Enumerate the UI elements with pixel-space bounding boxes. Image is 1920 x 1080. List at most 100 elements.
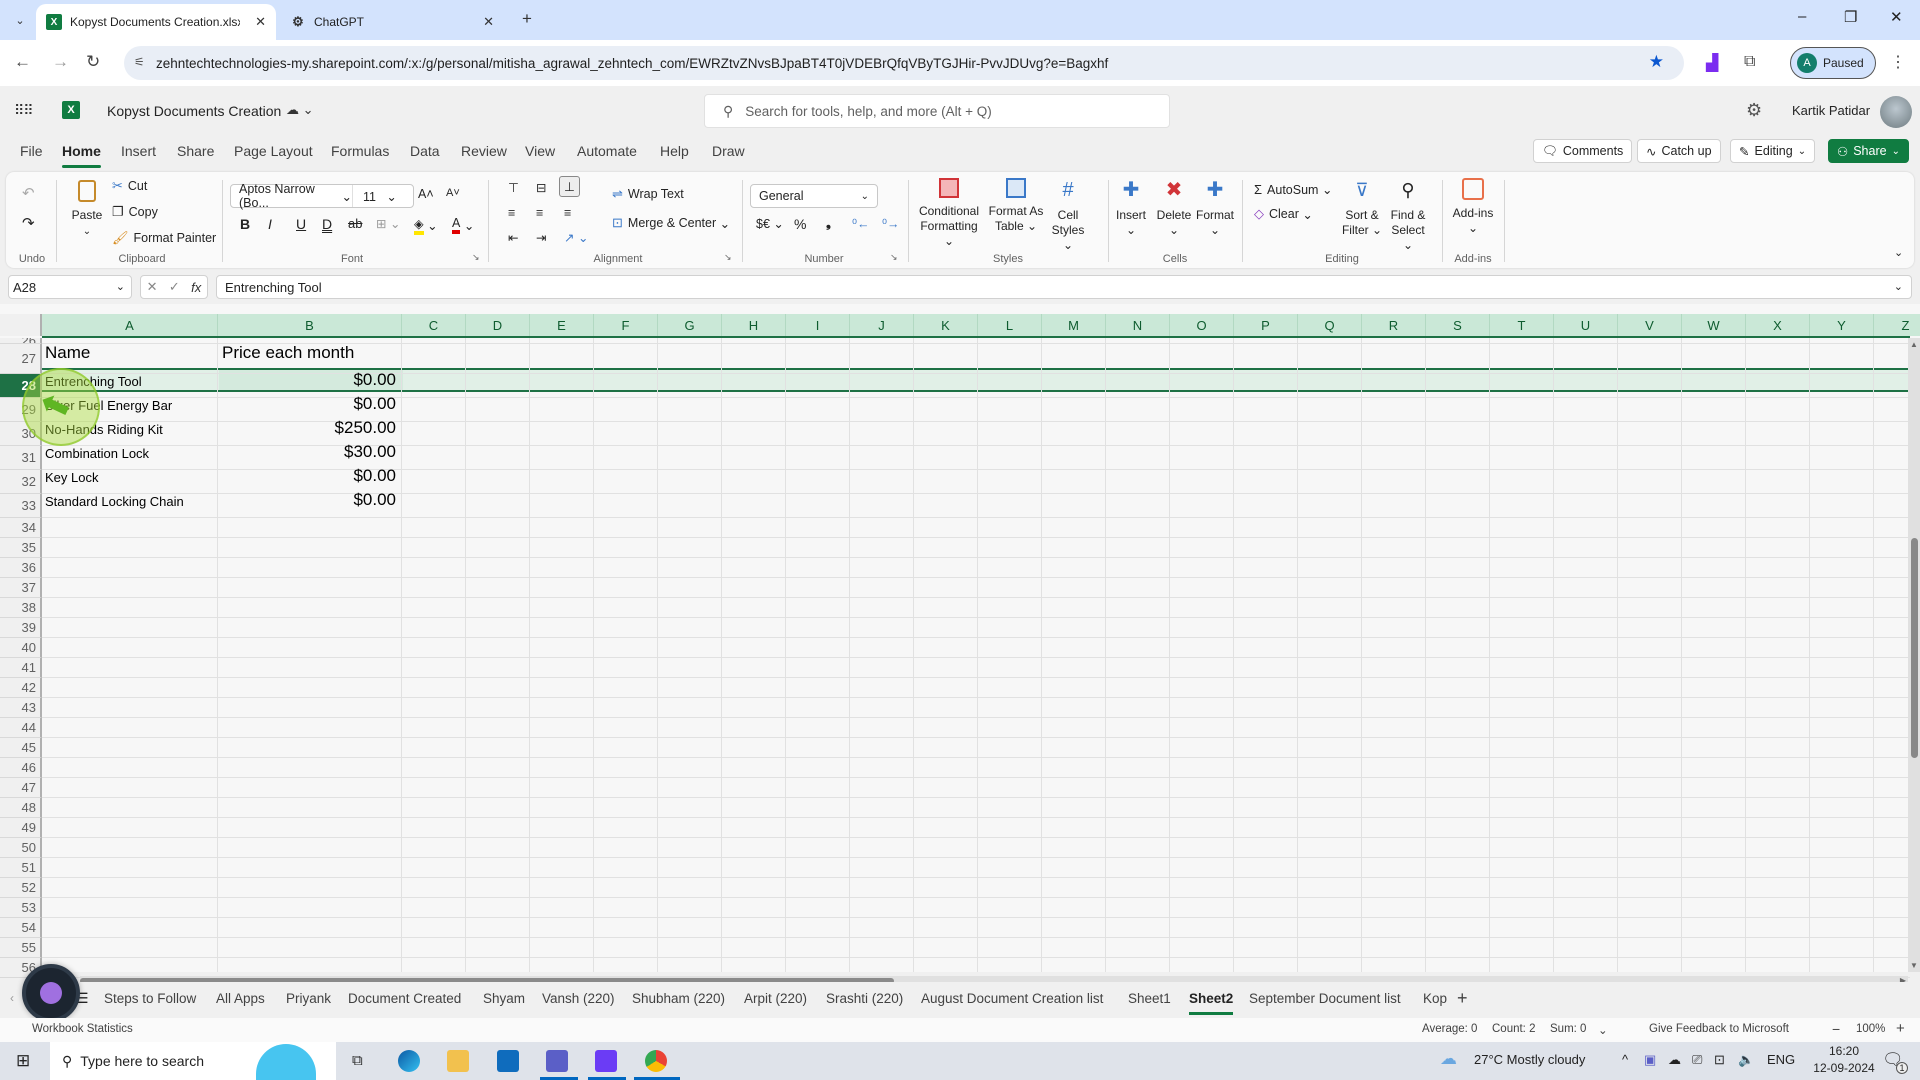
italic-icon[interactable]: I [268,216,272,232]
sheet-tab-arpit-220[interactable]: Arpit (220) [744,991,807,1006]
network-icon[interactable]: ⊡ [1714,1052,1725,1068]
close-window-icon[interactable]: ✕ [1890,8,1903,26]
tab-view[interactable]: View [525,143,555,159]
autosum-button[interactable]: Σ AutoSum ⌄ [1254,182,1332,197]
sheet-tab-priyank[interactable]: Priyank [286,991,331,1006]
row-header-39[interactable]: 39 [0,618,42,638]
expand-formula-bar-icon[interactable]: ⌄ [1894,280,1903,293]
add-sheet-icon[interactable]: + [1457,988,1468,1009]
tab-page-layout[interactable]: Page Layout [234,143,313,159]
alignment-dialog-launcher-icon[interactable]: ↘ [724,252,732,263]
editing-mode-button[interactable]: ✎ Editing ⌄ [1730,139,1816,163]
align-middle-icon[interactable]: ⊟ [536,180,546,195]
number-dialog-launcher-icon[interactable]: ↘ [890,252,898,263]
row-header-43[interactable]: 43 [0,698,42,718]
price-cell[interactable]: $250.00 [222,418,396,438]
number-format-dropdown[interactable]: General ⌄ [750,184,878,208]
tab-draw[interactable]: Draw [712,143,745,159]
copy-button[interactable]: ❐ Copy [112,204,158,220]
app-launcher-icon[interactable]: ⠿⠿ [14,102,33,119]
row-header-40[interactable]: 40 [0,638,42,658]
zoom-level[interactable]: 100% [1856,1023,1885,1035]
column-header-b[interactable]: B [218,314,402,336]
row-header-49[interactable]: 49 [0,818,42,838]
share-button[interactable]: ⚇ Share ⌄ [1828,139,1909,163]
spreadsheet-grid[interactable]: ABCDEFGHIJKLMNOPQRSTUVWXYZ 2627282930313… [0,304,1920,986]
align-center-icon[interactable]: ≡ [536,206,543,220]
row-header-53[interactable]: 53 [0,898,42,918]
taskbar-search-input[interactable]: ⚲ Type here to search [50,1042,336,1080]
feedback-link[interactable]: Give Feedback to Microsoft [1649,1023,1789,1035]
column-header-k[interactable]: K [914,314,978,336]
sheet-tab-kop[interactable]: Kop [1423,991,1447,1006]
font-size-dropdown[interactable]: 11 ⌄ [353,189,397,204]
sheet-tab-steps-to-follow[interactable]: Steps to Follow [104,991,196,1006]
name-cell[interactable]: Key Lock [45,470,98,485]
column-header-q[interactable]: Q [1298,314,1362,336]
conditional-formatting-button[interactable]: Conditional Formatting ⌄ [914,178,984,249]
tab-automate[interactable]: Automate [577,143,637,159]
row-header-44[interactable]: 44 [0,718,42,738]
browser-tab-excel[interactable]: X Kopyst Documents Creation.xlsx ✕ [36,4,276,40]
row-header-42[interactable]: 42 [0,678,42,698]
clock-date[interactable]: 12-09-2024 [1804,1061,1884,1075]
document-title[interactable]: Kopyst Documents Creation [107,103,281,119]
name-cell[interactable]: Standard Locking Chain [45,494,184,509]
clock-time[interactable]: 16:20 [1814,1044,1874,1058]
back-icon[interactable]: ← [14,52,31,72]
format-painter-button[interactable]: 🖌 Format Painter [112,230,216,246]
camera-icon[interactable]: ⎚ [1692,1052,1702,1068]
sheet-tab-srashti-220[interactable]: Srashti (220) [826,991,903,1006]
column-header-c[interactable]: C [402,314,466,336]
tab-review[interactable]: Review [461,143,507,159]
align-left-icon[interactable]: ≡ [508,206,515,220]
forward-icon[interactable]: → [52,52,69,72]
language-indicator[interactable]: ENG [1767,1052,1795,1067]
enter-check-icon[interactable]: ✓ [169,279,180,295]
sheet-tab-shubham-220[interactable]: Shubham (220) [632,991,725,1006]
comments-button[interactable]: 🗨 Comments [1533,139,1633,163]
column-header-i[interactable]: I [786,314,850,336]
sheet-tab-shyam[interactable]: Shyam [483,991,525,1006]
comma-style-icon[interactable]: ❟ [826,216,831,231]
close-tab-icon[interactable]: ✕ [483,14,494,30]
column-header-j[interactable]: J [850,314,914,336]
font-dialog-launcher-icon[interactable]: ↘ [472,252,480,263]
column-header-v[interactable]: V [1618,314,1682,336]
row-header-41[interactable]: 41 [0,658,42,678]
close-tab-icon[interactable]: ✕ [255,14,266,30]
column-header-u[interactable]: U [1554,314,1618,336]
increase-font-icon[interactable]: A˄ [418,187,434,201]
price-cell[interactable]: $0.00 [222,394,396,414]
cut-button[interactable]: ✂ Cut [112,178,147,194]
row-header-55[interactable]: 55 [0,938,42,958]
sheet-tab-sheet1[interactable]: Sheet1 [1128,991,1171,1006]
column-header-t[interactable]: T [1490,314,1554,336]
insert-function-icon[interactable]: fx [191,280,201,295]
excel-logo[interactable]: X [62,101,80,119]
align-right-icon[interactable]: ≡ [564,206,571,220]
row-header-50[interactable]: 50 [0,838,42,858]
edge-icon[interactable] [398,1050,420,1072]
paste-button[interactable]: Paste ⌄ [62,180,112,239]
align-bottom-icon[interactable]: ⊥ [559,176,580,197]
row-header-52[interactable]: 52 [0,878,42,898]
price-cell[interactable]: $30.00 [222,442,396,462]
extension-icon[interactable]: ▟ [1706,53,1718,73]
windows-start-icon[interactable]: ⊞ [16,1051,30,1071]
row-header-34[interactable]: 34 [0,518,42,538]
add-ins-button[interactable]: Add-ins ⌄ [1446,178,1500,236]
url-input[interactable]: ⚟ zehntechtechnologies-my.sharepoint.com… [124,46,1684,80]
cancel-icon[interactable]: ✕ [147,279,158,295]
borders-icon[interactable]: ⊞ ⌄ [376,216,400,231]
double-underline-icon[interactable]: D [322,216,332,232]
row-header-47[interactable]: 47 [0,778,42,798]
column-header-m[interactable]: M [1042,314,1106,336]
sheet-tab-document-created[interactable]: Document Created [348,991,461,1006]
sort-filter-button[interactable]: ⊽ Sort & Filter ⌄ [1340,178,1384,238]
clear-button[interactable]: ◇ Clear ⌄ [1254,206,1313,222]
teams-icon[interactable] [546,1050,568,1072]
tab-share[interactable]: Share [177,143,214,159]
undo-icon[interactable]: ↶ [22,184,35,202]
weather-icon[interactable]: ☁ [1440,1049,1457,1069]
